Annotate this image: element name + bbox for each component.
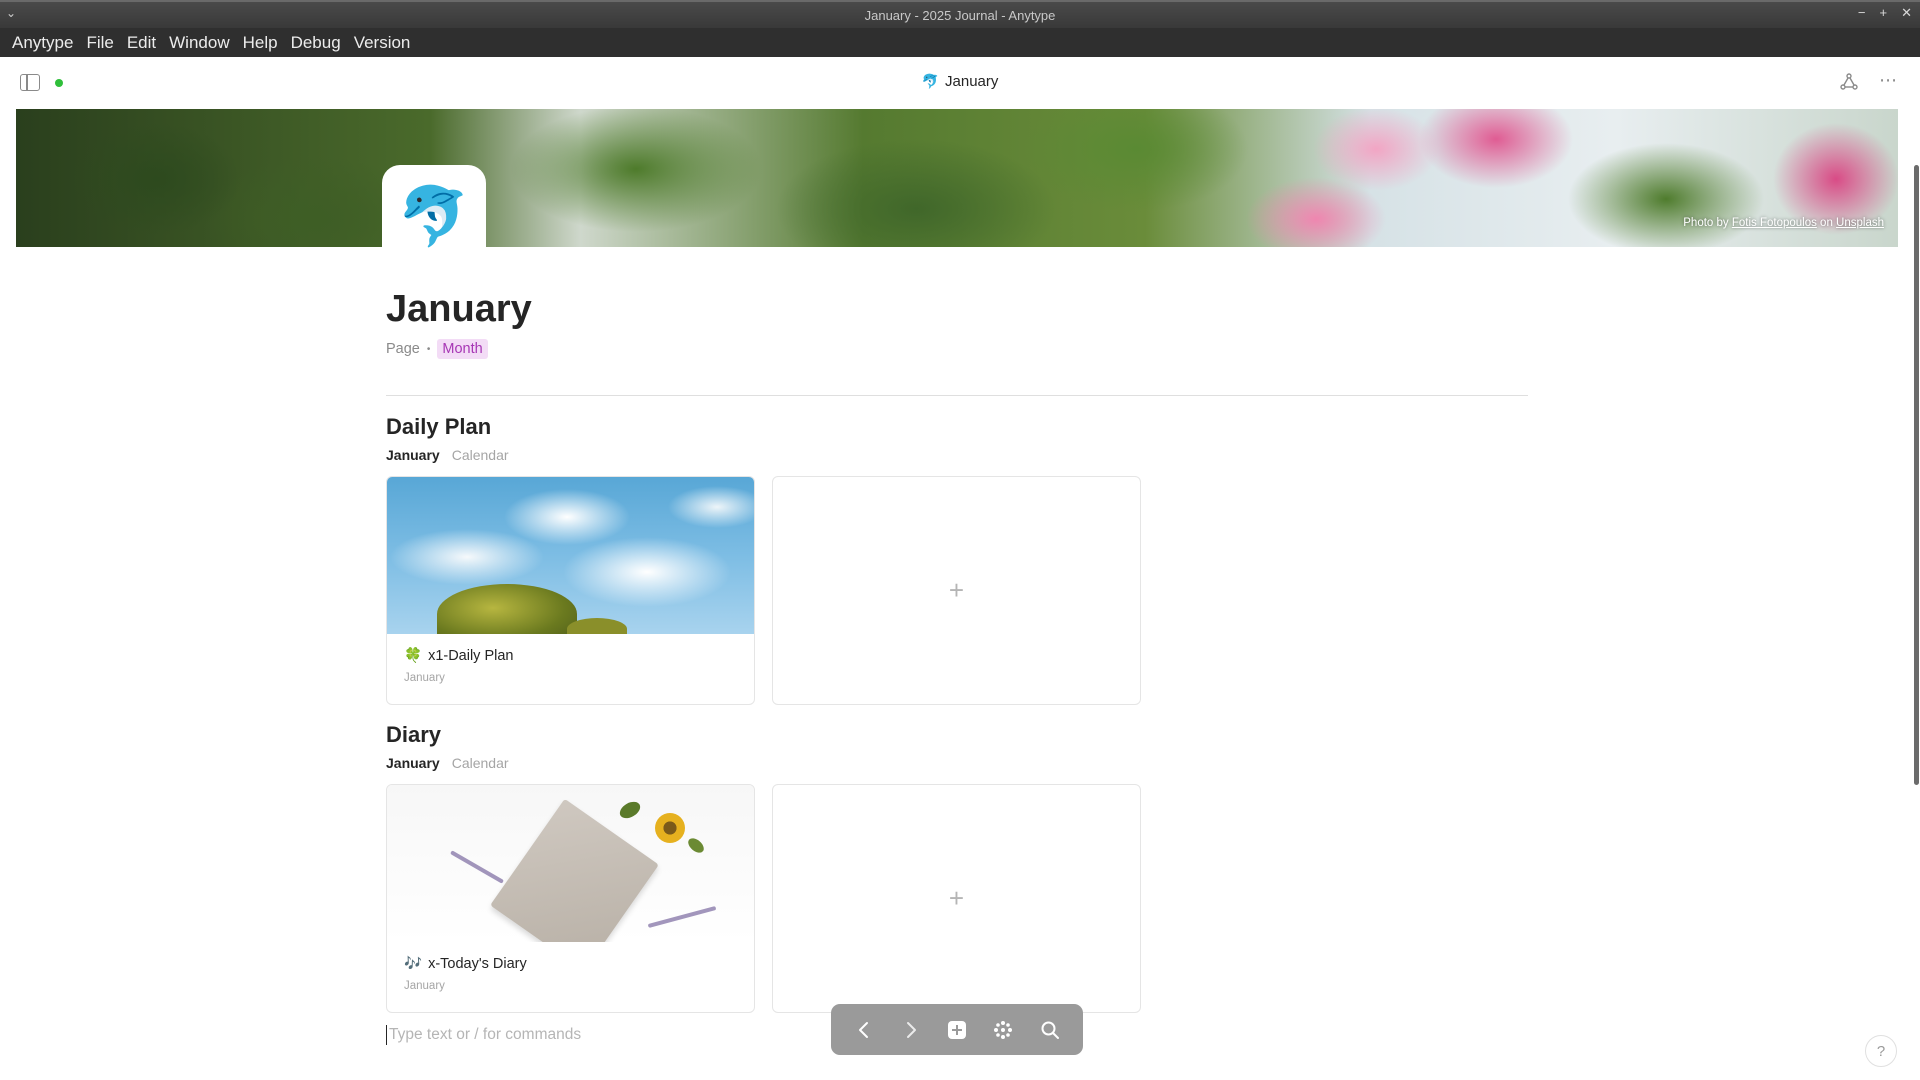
view-tabs-diary: January Calendar [386,755,509,771]
card-cover-sprig [450,850,504,884]
widgets-icon[interactable] [986,1013,1020,1047]
tab-calendar[interactable]: Calendar [452,447,509,463]
window-title: January - 2025 Journal - Anytype [864,7,1056,23]
plus-icon: + [948,575,965,605]
cover-credit: Photo by Fotis Fotopoulos on Unsplash [1683,217,1884,229]
page-tag[interactable]: Month [437,339,488,359]
card-name-text: x-Today's Diary [428,955,527,972]
window-controls: − + ✕ [1858,5,1912,21]
menu-debug[interactable]: Debug [285,33,347,53]
close-icon[interactable]: ✕ [1901,5,1912,21]
divider [386,395,1528,396]
add-object-icon[interactable] [940,1013,974,1047]
window-titlebar: ⌄ January - 2025 Journal - Anytype − + ✕ [0,0,1920,28]
help-button[interactable]: ? [1865,1035,1897,1067]
gallery-card[interactable]: 🍀 x1-Daily Plan January [386,476,755,705]
menu-anytype[interactable]: Anytype [6,33,79,53]
maximize-icon[interactable]: + [1880,5,1888,21]
card-cover-tree [437,584,577,634]
editor-input[interactable]: Type text or / for commands [386,1025,581,1045]
set-title-diary[interactable]: Diary [386,722,441,748]
set-title-daily-plan[interactable]: Daily Plan [386,414,491,440]
page-type[interactable]: Page [386,341,420,357]
menu-help[interactable]: Help [237,33,284,53]
cover-credit-source-link[interactable]: Unsplash [1836,217,1884,229]
scrollbar-thumb[interactable] [1914,165,1919,785]
card-cover-leaf [685,835,707,856]
card-cover-leaf [616,798,644,822]
cover-credit-author-link[interactable]: Fotis Fotopoulos [1732,217,1817,229]
music-notes-icon: 🎶 [404,956,423,972]
menu-file[interactable]: File [80,33,119,53]
back-icon[interactable] [847,1013,881,1047]
forward-icon[interactable] [894,1013,928,1047]
page-cover[interactable]: Photo by Fotis Fotopoulos on Unsplash [16,109,1898,247]
card-cover-notebook [490,798,659,942]
tab-calendar[interactable]: Calendar [452,755,509,771]
card-relation: January [404,980,445,992]
page-title[interactable]: January [386,288,532,331]
card-cover-flower [655,813,685,843]
header-title-text: January [945,73,999,90]
menu-edit[interactable]: Edit [121,33,162,53]
add-object-card[interactable]: + [772,476,1141,705]
card-name: 🍀 x1-Daily Plan [404,647,514,665]
tab-january[interactable]: January [386,755,440,771]
more-options-icon[interactable]: ⋯ [1879,70,1898,91]
meta-separator: • [426,343,431,355]
navigation-bar [831,1004,1083,1055]
menu-window[interactable]: Window [163,33,235,53]
header-title[interactable]: 🐬 January [0,73,1920,90]
add-object-card[interactable]: + [772,784,1141,1013]
cover-credit-middle: on [1816,217,1837,229]
search-icon[interactable] [1033,1013,1067,1047]
card-cover-image [387,785,754,942]
clover-icon: 🍀 [404,648,423,664]
card-cover-image [387,477,754,634]
view-tabs-daily-plan: January Calendar [386,447,509,463]
gallery-card[interactable]: 🎶 x-Today's Diary January [386,784,755,1013]
header-title-emoji-icon: 🐬 [921,73,940,89]
card-cover-tree [567,618,627,634]
card-name-text: x1-Daily Plan [428,647,514,664]
cover-credit-prefix: Photo by [1683,217,1732,229]
plus-icon: + [948,883,965,913]
page-meta: Page • Month [386,339,488,359]
page-icon[interactable]: 🐬 [382,165,486,269]
page-header: 🐬 January ⋯ [0,57,1920,109]
card-relation: January [404,672,445,684]
menu-bar: Anytype File Edit Window Help Debug Vers… [0,28,1920,57]
menu-version[interactable]: Version [348,33,417,53]
graph-icon[interactable] [1840,73,1858,91]
minimize-icon[interactable]: − [1858,5,1866,21]
window-menu-chevron-icon[interactable]: ⌄ [6,6,16,20]
card-name: 🎶 x-Today's Diary [404,955,527,973]
card-cover-sprig [647,906,717,928]
tab-january[interactable]: January [386,447,440,463]
